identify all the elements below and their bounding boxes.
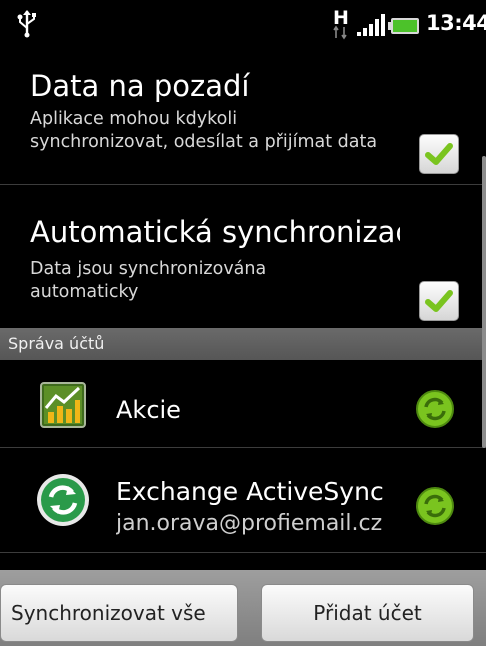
usb-icon xyxy=(17,10,36,38)
scrollbar[interactable] xyxy=(482,156,486,448)
signal-icon xyxy=(357,14,385,36)
auto-sync-title: Automatická synchronizace xyxy=(30,215,400,249)
divider xyxy=(0,552,486,553)
account-row-exchange[interactable]: Exchange ActiveSync jan.orava@profiemail… xyxy=(0,448,486,552)
account-row-akcie[interactable]: Akcie xyxy=(0,360,486,447)
auto-sync-summary: Data jsou synchronizována automaticky xyxy=(30,259,267,302)
clock: 13:44 xyxy=(426,11,486,35)
background-data-title: Data na pozadí xyxy=(30,69,250,103)
settings-list[interactable]: Data na pozadí Aplikace mohou kdykoli sy… xyxy=(0,46,486,570)
background-data-checkbox[interactable] xyxy=(419,134,459,174)
auto-sync-row[interactable]: Automatická synchronizace Data jsou sync… xyxy=(0,185,486,327)
network-type-label: H xyxy=(333,7,349,29)
accounts-section-header: Správa účtů xyxy=(0,328,486,360)
add-account-button[interactable]: Přidat účet xyxy=(261,584,474,642)
sync-icon xyxy=(416,390,454,428)
checkmark-icon xyxy=(425,290,453,312)
checkmark-icon xyxy=(425,143,453,165)
hspa-icon: H xyxy=(333,7,349,40)
account-name: Akcie xyxy=(116,396,181,424)
sync-all-button[interactable]: Synchronizovat vše xyxy=(0,584,238,642)
account-email: jan.orava@profiemail.cz xyxy=(116,511,383,536)
sync-icon xyxy=(416,487,454,525)
background-data-row[interactable]: Data na pozadí Aplikace mohou kdykoli sy… xyxy=(0,46,486,184)
section-header-label: Správa účtů xyxy=(8,334,105,353)
bottom-button-bar: Synchronizovat vše Přidat účet xyxy=(0,570,486,646)
auto-sync-checkbox[interactable] xyxy=(419,281,459,321)
background-data-summary: Aplikace mohou kdykoli synchronizovat, o… xyxy=(30,109,378,152)
battery-icon xyxy=(388,18,419,34)
status-bar: H 13:44 xyxy=(0,0,486,46)
exchange-activesync-icon xyxy=(37,474,89,526)
account-name: Exchange ActiveSync xyxy=(116,477,384,506)
stocks-icon xyxy=(40,382,86,428)
